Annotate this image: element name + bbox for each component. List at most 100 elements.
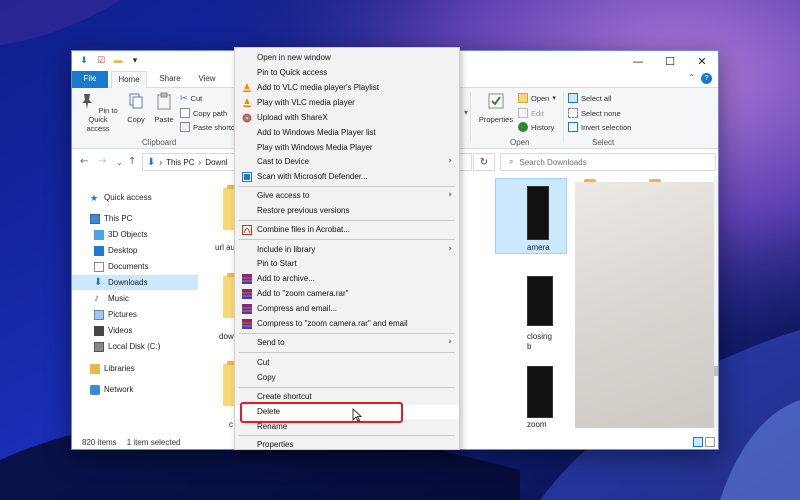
collapse-ribbon-icon[interactable]: ⌃ [688, 73, 695, 84]
close-button[interactable]: ✕ [686, 51, 718, 71]
recent-locations-button[interactable]: ⌄ [116, 158, 123, 167]
video-thumbnail[interactable] [527, 276, 553, 326]
properties-check-icon[interactable]: ☑ [95, 54, 107, 66]
customize-dropdown-icon[interactable]: ▾ [129, 54, 141, 66]
menu-item-restore-versions[interactable]: Restore previous versions [235, 204, 459, 218]
file-label[interactable]: b [527, 342, 531, 351]
vlc-icon [243, 98, 251, 107]
refresh-button[interactable]: ↻ [473, 153, 495, 171]
copy-path-button[interactable]: Copy path [180, 108, 227, 118]
tab-file[interactable]: File [72, 71, 108, 88]
paste-button[interactable]: Paste [152, 92, 176, 124]
scrollbar-thumb[interactable] [714, 366, 718, 376]
sidebar-item-documents[interactable]: Documents [72, 259, 198, 274]
sidebar-item-local-disk[interactable]: Local Disk (C:) [72, 339, 198, 354]
sidebar-item-network[interactable]: Network [72, 382, 198, 397]
sidebar-item-label: Network [104, 385, 134, 394]
menu-item-add-to-rar[interactable]: Add to "zoom camera.rar" [235, 287, 459, 301]
file-label[interactable]: zoom [527, 420, 547, 429]
details-view-icon[interactable] [693, 437, 703, 447]
copy-button[interactable]: Copy [124, 92, 148, 124]
search-input[interactable]: ⌕ Search Downloads [500, 153, 716, 171]
menu-item-cut[interactable]: Cut [235, 356, 459, 370]
open-group-label: Open [510, 138, 530, 147]
menu-item-combine-acrobat[interactable]: Combine files in Acrobat... [235, 223, 459, 237]
menu-item-include-library[interactable]: Include in library › [235, 243, 459, 257]
minimize-button[interactable]: — [622, 51, 654, 71]
menu-item-send-to[interactable]: Send to › [235, 336, 459, 350]
history-button[interactable]: History [518, 122, 554, 132]
back-button[interactable]: ← [80, 156, 88, 167]
tab-view[interactable]: View [191, 71, 223, 88]
menu-item-pin-quick-access[interactable]: Pin to Quick access [235, 66, 459, 80]
invert-selection-button[interactable]: Invert selection [568, 122, 631, 132]
cut-button[interactable]: ✂ Cut [180, 93, 202, 104]
menu-item-wmp-add[interactable]: Add to Windows Media Player list [235, 126, 459, 140]
open-label: Open [531, 93, 550, 103]
menu-item-open-new-window[interactable]: Open in new window [235, 51, 459, 65]
item-count: 820 items [82, 438, 117, 447]
sidebar-item-label: Desktop [108, 246, 138, 255]
menu-item-label: Restore previous versions [257, 206, 350, 215]
forward-button[interactable]: → [98, 156, 106, 167]
sidebar-item-desktop[interactable]: Desktop [72, 243, 198, 258]
video-thumbnail[interactable] [527, 366, 553, 418]
menu-item-vlc-play[interactable]: Play with VLC media player [235, 96, 459, 110]
select-all-icon [568, 93, 578, 103]
menu-item-wmp-play[interactable]: Play with Windows Media Player [235, 141, 459, 155]
select-all-button[interactable]: Select all [568, 93, 611, 103]
context-menu: Open in new window Pin to Quick access A… [234, 47, 460, 450]
library-icon [90, 363, 100, 374]
winrar-icon [242, 289, 252, 299]
paste-label: Paste [154, 115, 174, 124]
quick-access-toolbar: ⬇ ☑ ▬ ▾ [78, 54, 141, 66]
select-none-button[interactable]: Select none [568, 108, 621, 118]
folder-icon[interactable]: ▬ [112, 54, 124, 66]
invert-selection-label: Invert selection [581, 122, 632, 132]
paste-shortcut-button[interactable]: Paste shortc [180, 122, 235, 132]
menu-item-compress-email[interactable]: Compress and email... [235, 302, 459, 316]
maximize-button[interactable]: ☐ [654, 51, 686, 71]
sidebar-item-libraries[interactable]: Libraries [72, 361, 198, 376]
sidebar-item-label: Pictures [108, 310, 137, 319]
tab-share[interactable]: Share [152, 71, 188, 88]
ribbon-dropdown-icon[interactable]: ▾ [464, 108, 468, 117]
breadcrumb-this-pc[interactable]: This PC [166, 158, 194, 167]
menu-item-give-access[interactable]: Give access to › [235, 189, 459, 203]
open-button[interactable]: Open ▾ [518, 93, 556, 103]
sidebar-item-music[interactable]: ♪ Music [72, 291, 198, 306]
help-icon[interactable]: ? [701, 73, 712, 84]
sidebar-item-downloads[interactable]: ⬇ Downloads [72, 275, 198, 290]
sidebar-item-videos[interactable]: Videos [72, 323, 198, 338]
menu-item-pin-start[interactable]: Pin to Start [235, 257, 459, 271]
sidebar-item-pictures[interactable]: Pictures [72, 307, 198, 322]
ribbon-controls: ⌃ ? [688, 73, 712, 84]
menu-item-label: Upload with ShareX [257, 113, 328, 122]
menu-item-compress-rar-email[interactable]: Compress to "zoom camera.rar" and email [235, 317, 459, 331]
up-button[interactable]: ↑ [128, 156, 136, 167]
menu-item-vlc-playlist[interactable]: Add to VLC media player's Playlist [235, 81, 459, 95]
menu-item-cast-to-device[interactable]: Cast to Device › [235, 155, 459, 169]
file-label[interactable]: closing [527, 332, 552, 341]
menu-item-properties[interactable]: Properties [235, 438, 459, 449]
tab-home[interactable]: Home [111, 71, 147, 89]
file-label[interactable]: c [229, 420, 233, 429]
pin-to-quick-access-button[interactable]: Pin to Quick access [76, 92, 120, 133]
menu-item-label: Open in new window [257, 53, 331, 62]
sidebar-item-3d-objects[interactable]: 3D Objects [72, 227, 198, 242]
file-label[interactable]: dow [219, 332, 234, 341]
menu-item-add-archive[interactable]: Add to archive... [235, 272, 459, 286]
sidebar-item-quick-access[interactable]: ★ Quick access [72, 190, 198, 205]
edit-button[interactable]: Edit [518, 108, 544, 118]
file-label[interactable]: amera [527, 243, 550, 252]
file-label[interactable]: url au [215, 243, 235, 252]
menu-item-sharex-upload[interactable]: Upload with ShareX [235, 111, 459, 125]
properties-button[interactable]: Properties [476, 92, 516, 124]
breadcrumb-downloads[interactable]: Downl [205, 158, 227, 167]
menu-item-scan-defender[interactable]: Scan with Microsoft Defender... [235, 170, 459, 184]
menu-item-copy[interactable]: Copy [235, 371, 459, 385]
vertical-scrollbar[interactable] [714, 176, 718, 431]
large-icons-view-icon[interactable] [705, 437, 715, 447]
sidebar-item-this-pc[interactable]: This PC [72, 211, 198, 226]
edit-label: Edit [531, 108, 544, 118]
